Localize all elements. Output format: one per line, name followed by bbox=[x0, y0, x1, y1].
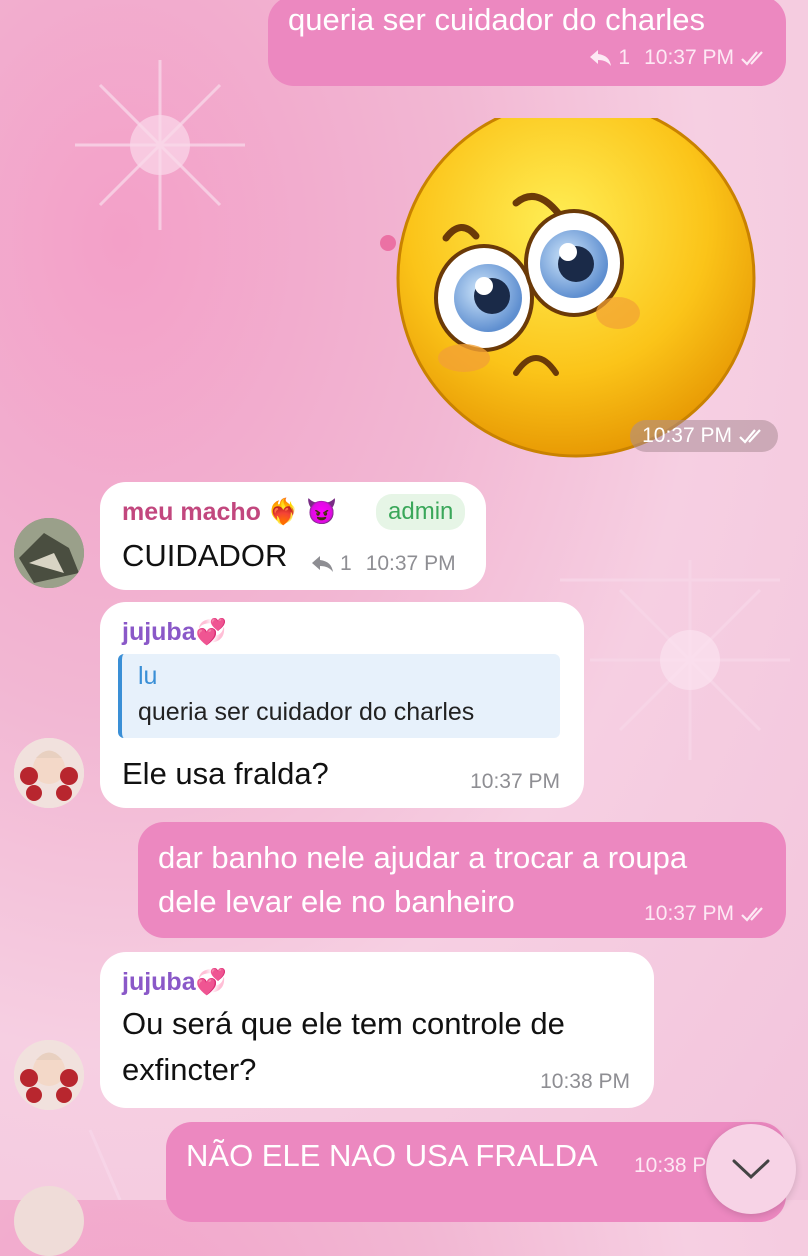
message-time: 10:37 PM bbox=[644, 902, 734, 925]
message-text: NÃO ELE NAO USA FRALDA bbox=[186, 1138, 598, 1173]
message-time: 10:37 PM bbox=[642, 424, 732, 447]
sender-emoji: 💞 bbox=[195, 618, 227, 646]
reply-count: 1 bbox=[618, 46, 631, 69]
scroll-to-bottom-button[interactable] bbox=[706, 1124, 796, 1214]
message-meta: 10:37 PM bbox=[644, 902, 768, 926]
chevron-down-icon bbox=[732, 1159, 770, 1180]
double-check-icon bbox=[741, 51, 763, 66]
sender-name-text: meu macho bbox=[122, 498, 261, 526]
avatar-image bbox=[14, 518, 84, 588]
sender-name: jujuba💞 bbox=[122, 967, 227, 997]
avatar-meu-macho[interactable] bbox=[14, 518, 84, 588]
message-text: Ele usa fralda? bbox=[122, 756, 329, 791]
message-meta: 10:37 PM bbox=[470, 770, 560, 794]
reply-count: 1 bbox=[340, 552, 352, 575]
sticker-time-pill: 10:37 PM bbox=[630, 420, 778, 452]
sender-name: meu macho ❤️‍🔥 😈 bbox=[122, 497, 337, 527]
sticker-message[interactable]: 10:37 PM bbox=[396, 98, 786, 458]
avatar-jujuba[interactable] bbox=[14, 738, 84, 808]
sender-name: jujuba💞 bbox=[122, 617, 227, 647]
message-text: CUIDADOR bbox=[122, 538, 288, 573]
avatar-image bbox=[14, 1040, 84, 1110]
message-time: 10:37 PM bbox=[365, 552, 456, 575]
message-text-line-2: exfincter? bbox=[122, 1052, 257, 1087]
reply-text: queria ser cuidador do charles bbox=[138, 698, 475, 726]
sender-emoji: ❤️‍🔥 😈 bbox=[267, 498, 338, 526]
incoming-message[interactable]: jujuba💞 lu queria ser cuidador do charle… bbox=[100, 602, 584, 808]
message-meta: 10:38 PM bbox=[540, 1070, 630, 1094]
message-meta: 1 10:37 PM bbox=[310, 552, 456, 576]
message-time: 10:38 PM bbox=[540, 1070, 630, 1093]
avatar-image bbox=[14, 738, 84, 808]
reply-preview[interactable]: lu queria ser cuidador do charles bbox=[118, 654, 560, 738]
double-check-icon bbox=[739, 429, 761, 444]
incoming-message[interactable]: meu macho ❤️‍🔥 😈 admin CUIDADOR 1 10:37 … bbox=[100, 482, 486, 590]
message-time: 10:37 PM bbox=[644, 46, 734, 69]
reply-arrow-icon bbox=[590, 50, 612, 66]
outgoing-message[interactable]: dar banho nele ajudar a trocar a roupa d… bbox=[138, 822, 786, 938]
pleading-face-sticker bbox=[396, 98, 756, 458]
avatar-partial[interactable] bbox=[14, 1186, 84, 1256]
outgoing-message[interactable]: queria ser cuidador do charles 1 10:37 P… bbox=[268, 0, 786, 86]
double-check-icon bbox=[741, 907, 763, 922]
incoming-message[interactable]: jujuba💞 Ou será que ele tem controle de … bbox=[100, 952, 654, 1108]
sender-emoji: 💞 bbox=[195, 968, 227, 996]
message-text-line-1: Ou será que ele tem controle de bbox=[122, 1006, 565, 1041]
message-text: queria ser cuidador do charles bbox=[288, 2, 706, 37]
admin-badge: admin bbox=[376, 494, 466, 530]
message-time: 10:37 PM bbox=[470, 770, 560, 793]
message-text-line-1: dar banho nele ajudar a trocar a roupa bbox=[158, 840, 688, 875]
sender-name-text: jujuba bbox=[122, 968, 196, 996]
reply-author: lu bbox=[138, 662, 158, 690]
outgoing-message[interactable]: NÃO ELE NAO USA FRALDA 10:38 PM bbox=[166, 1122, 786, 1222]
message-meta: 1 10:37 PM bbox=[588, 46, 768, 70]
reply-arrow-icon bbox=[312, 556, 333, 572]
avatar-jujuba[interactable] bbox=[14, 1040, 84, 1110]
sender-name-text: jujuba bbox=[122, 618, 196, 646]
message-text-line-2: dele levar ele no banheiro bbox=[158, 884, 515, 919]
